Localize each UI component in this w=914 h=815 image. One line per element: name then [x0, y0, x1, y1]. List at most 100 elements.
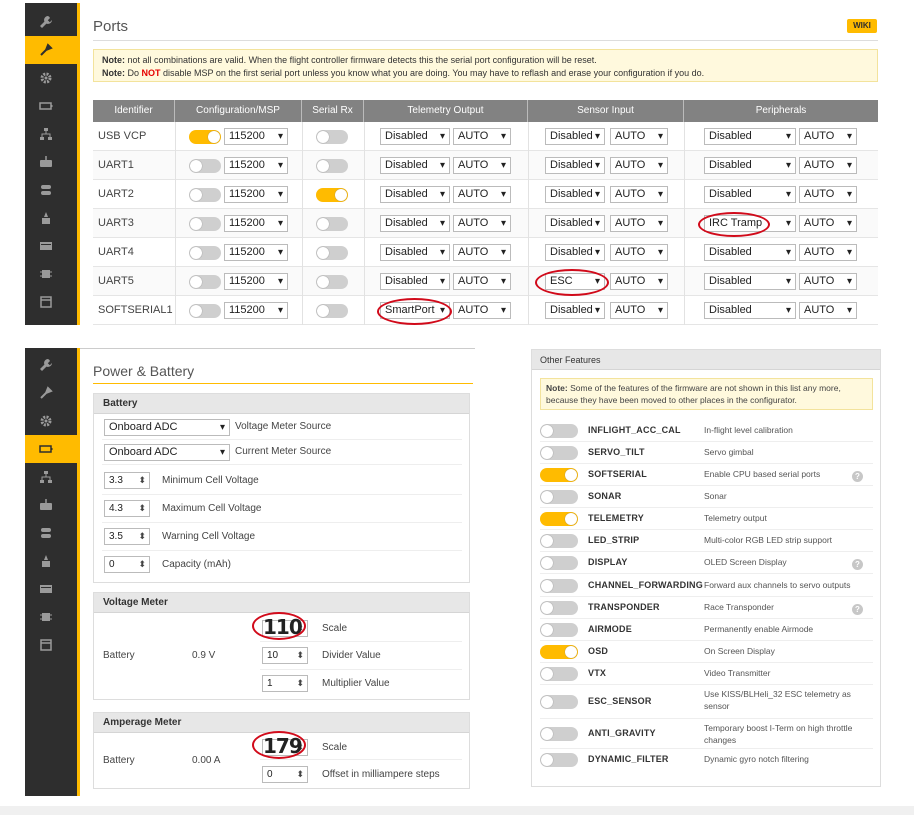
- sidebar-item-setup[interactable]: [25, 8, 80, 36]
- sidebar-item-power[interactable]: [25, 435, 80, 463]
- telemetry-select[interactable]: Disabled: [380, 128, 450, 145]
- help-icon[interactable]: ?: [852, 604, 863, 615]
- peripheral-baud-select[interactable]: AUTO: [799, 215, 857, 232]
- sensor-baud-select[interactable]: AUTO: [610, 244, 668, 261]
- feature-toggle[interactable]: [540, 667, 578, 681]
- msp-toggle[interactable]: [189, 246, 221, 260]
- sensor-select[interactable]: Disabled: [545, 157, 605, 174]
- telemetry-select[interactable]: Disabled: [380, 215, 450, 232]
- telemetry-baud-select[interactable]: AUTO: [453, 128, 511, 145]
- sidebar-item-ports[interactable]: [25, 379, 80, 407]
- msp-baud-select[interactable]: 115200: [224, 244, 288, 261]
- msp-toggle[interactable]: [189, 130, 221, 144]
- msp-baud-select[interactable]: 115200: [224, 215, 288, 232]
- sidebar-item-setup[interactable]: [25, 351, 80, 379]
- sensor-baud-select[interactable]: AUTO: [610, 186, 668, 203]
- msp-baud-select[interactable]: 115200: [224, 186, 288, 203]
- sidebar-item-config[interactable]: [25, 407, 80, 435]
- sidebar-item-blackbox[interactable]: [25, 631, 80, 659]
- sidebar-item-ports[interactable]: [25, 36, 80, 64]
- telemetry-select[interactable]: Disabled: [380, 273, 450, 290]
- msp-toggle[interactable]: [189, 304, 221, 318]
- sidebar-item-failsafe[interactable]: [25, 120, 80, 148]
- peripheral-select[interactable]: Disabled: [704, 244, 796, 261]
- max-cell-input[interactable]: 4.3: [104, 500, 150, 517]
- peripheral-select[interactable]: Disabled: [704, 157, 796, 174]
- msp-baud-select[interactable]: 115200: [224, 302, 288, 319]
- msp-toggle[interactable]: [189, 217, 221, 231]
- serial-rx-toggle[interactable]: [316, 246, 348, 260]
- telemetry-baud-select[interactable]: AUTO: [453, 302, 511, 319]
- feature-toggle[interactable]: [540, 645, 578, 659]
- sensor-baud-select[interactable]: AUTO: [610, 128, 668, 145]
- feature-toggle[interactable]: [540, 727, 578, 741]
- sensor-select[interactable]: Disabled: [545, 244, 605, 261]
- voltage-source-select[interactable]: Onboard ADC: [104, 419, 230, 436]
- feature-toggle[interactable]: [540, 424, 578, 438]
- telemetry-baud-select[interactable]: AUTO: [453, 215, 511, 232]
- sensor-select[interactable]: Disabled: [545, 128, 605, 145]
- feature-toggle[interactable]: [540, 623, 578, 637]
- telemetry-select[interactable]: Disabled: [380, 157, 450, 174]
- sidebar-item-config[interactable]: [25, 64, 80, 92]
- sensor-select[interactable]: Disabled: [545, 302, 605, 319]
- telemetry-baud-select[interactable]: AUTO: [453, 273, 511, 290]
- sidebar-item-motors[interactable]: [25, 547, 80, 575]
- multiplier-input[interactable]: 1: [262, 675, 308, 692]
- peripheral-baud-select[interactable]: AUTO: [799, 273, 857, 290]
- telemetry-baud-select[interactable]: AUTO: [453, 186, 511, 203]
- telemetry-select[interactable]: Disabled: [380, 244, 450, 261]
- current-source-select[interactable]: Onboard ADC: [104, 444, 230, 461]
- wiki-button[interactable]: WIKI: [847, 19, 877, 33]
- serial-rx-toggle[interactable]: [316, 304, 348, 318]
- peripheral-baud-select[interactable]: AUTO: [799, 157, 857, 174]
- sensor-baud-select[interactable]: AUTO: [610, 273, 668, 290]
- serial-rx-toggle[interactable]: [316, 130, 348, 144]
- sidebar-item-receiver[interactable]: [25, 148, 80, 176]
- msp-toggle[interactable]: [189, 159, 221, 173]
- divider-input[interactable]: 10: [262, 647, 308, 664]
- sidebar-item-failsafe[interactable]: [25, 463, 80, 491]
- sensor-select[interactable]: Disabled: [545, 186, 605, 203]
- msp-toggle[interactable]: [189, 188, 221, 202]
- sensor-select[interactable]: Disabled: [545, 215, 605, 232]
- feature-toggle[interactable]: [540, 695, 578, 709]
- peripheral-baud-select[interactable]: AUTO: [799, 302, 857, 319]
- peripheral-select[interactable]: Disabled: [704, 186, 796, 203]
- sidebar-item-power[interactable]: [25, 92, 80, 120]
- warn-cell-input[interactable]: 3.5: [104, 528, 150, 545]
- peripheral-baud-select[interactable]: AUTO: [799, 244, 857, 261]
- sidebar-item-led[interactable]: [25, 260, 80, 288]
- sidebar-item-modes[interactable]: [25, 176, 80, 204]
- serial-rx-toggle[interactable]: [316, 275, 348, 289]
- feature-toggle[interactable]: [540, 468, 578, 482]
- sidebar-item-motors[interactable]: [25, 204, 80, 232]
- sidebar-item-modes[interactable]: [25, 519, 80, 547]
- serial-rx-toggle[interactable]: [316, 159, 348, 173]
- feature-toggle[interactable]: [540, 579, 578, 593]
- feature-toggle[interactable]: [540, 753, 578, 767]
- sidebar-item-receiver[interactable]: [25, 491, 80, 519]
- sidebar-item-blackbox[interactable]: [25, 288, 80, 316]
- serial-rx-toggle[interactable]: [316, 188, 348, 202]
- feature-toggle[interactable]: [540, 601, 578, 615]
- peripheral-select[interactable]: Disabled: [704, 302, 796, 319]
- capacity-input[interactable]: 0: [104, 556, 150, 573]
- feature-toggle[interactable]: [540, 490, 578, 504]
- peripheral-select[interactable]: Disabled: [704, 273, 796, 290]
- help-icon[interactable]: ?: [852, 471, 863, 482]
- feature-toggle[interactable]: [540, 534, 578, 548]
- peripheral-baud-select[interactable]: AUTO: [799, 186, 857, 203]
- feature-toggle[interactable]: [540, 512, 578, 526]
- serial-rx-toggle[interactable]: [316, 217, 348, 231]
- msp-baud-select[interactable]: 115200: [224, 273, 288, 290]
- sidebar-item-led[interactable]: [25, 603, 80, 631]
- sidebar-item-osd[interactable]: [25, 575, 80, 603]
- peripheral-select[interactable]: Disabled: [704, 128, 796, 145]
- feature-toggle[interactable]: [540, 446, 578, 460]
- telemetry-baud-select[interactable]: AUTO: [453, 157, 511, 174]
- msp-baud-select[interactable]: 115200: [224, 128, 288, 145]
- feature-toggle[interactable]: [540, 556, 578, 570]
- help-icon[interactable]: ?: [852, 559, 863, 570]
- offset-input[interactable]: 0: [262, 766, 308, 783]
